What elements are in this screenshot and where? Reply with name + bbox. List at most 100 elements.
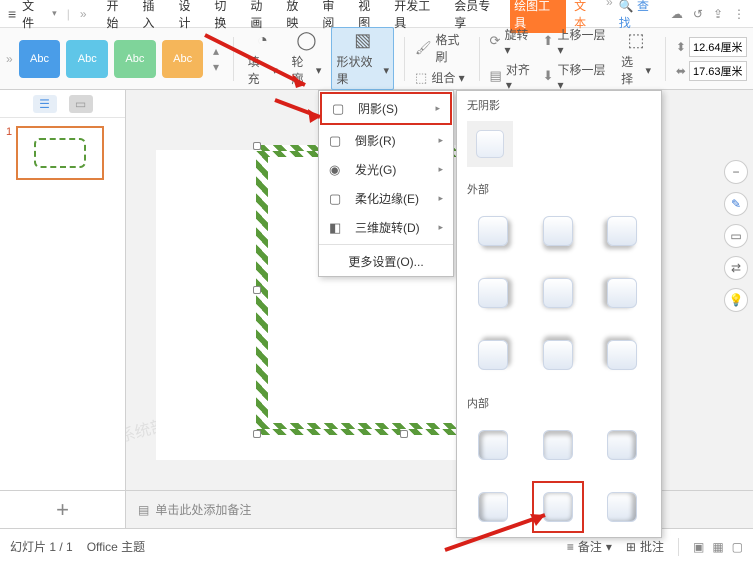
bring-forward-icon[interactable]: ⬆ bbox=[543, 33, 554, 49]
outline-view-icon[interactable]: ☰ bbox=[33, 95, 57, 113]
menu-separator bbox=[319, 244, 453, 245]
shadow-swatch[interactable] bbox=[469, 207, 517, 255]
combine-icon[interactable]: ⬚ bbox=[415, 70, 427, 86]
menu-more-settings[interactable]: 更多设置(O)... bbox=[319, 247, 453, 276]
height-input[interactable] bbox=[689, 37, 747, 57]
history-icon[interactable]: ↺ bbox=[693, 7, 703, 21]
shadow-swatch[interactable] bbox=[598, 331, 646, 379]
inner-shadow-grid bbox=[457, 417, 661, 538]
selection-handle[interactable] bbox=[253, 430, 261, 438]
reading-view-icon[interactable]: ▢ bbox=[732, 540, 743, 554]
style-preset-1[interactable]: Abc bbox=[19, 40, 61, 78]
shadow-swatch[interactable] bbox=[469, 483, 517, 531]
send-backward-icon[interactable]: ⬇ bbox=[543, 68, 554, 84]
shadow-swatch[interactable] bbox=[598, 483, 646, 531]
divider bbox=[404, 37, 405, 81]
menu-reflection[interactable]: ▢倒影(R)▸ bbox=[319, 126, 453, 155]
style-preset-4[interactable]: Abc bbox=[162, 40, 204, 78]
shadow-swatch[interactable] bbox=[534, 421, 582, 469]
shadow-swatch[interactable] bbox=[598, 421, 646, 469]
style-gallery-more[interactable]: ▴▾ bbox=[209, 40, 222, 78]
format-brush-icon[interactable]: 🖌 bbox=[415, 40, 432, 56]
divider bbox=[665, 37, 666, 81]
submenu-arrow-icon: ▸ bbox=[435, 103, 440, 114]
tab-developer[interactable]: 开发工具 bbox=[390, 0, 446, 33]
tab-design[interactable]: 设计 bbox=[174, 0, 206, 33]
bring-forward-label[interactable]: 上移一层 ▾ bbox=[558, 26, 612, 57]
format-brush-label[interactable]: 格式刷 bbox=[436, 31, 469, 65]
notes-placeholder[interactable]: ▤单击此处添加备注 bbox=[126, 501, 251, 518]
shadow-swatch[interactable] bbox=[598, 269, 646, 317]
ribbon: » Abc Abc Abc Abc ▴▾ ◔填充 ▾ ◯轮廓 ▾ ▧形状效果 ▾… bbox=[0, 28, 753, 90]
shadow-swatch[interactable] bbox=[469, 269, 517, 317]
selection-handle[interactable] bbox=[253, 286, 261, 294]
menu-soft-edge[interactable]: ▢柔化边缘(E)▸ bbox=[319, 184, 453, 213]
menu-3d-rotation[interactable]: ◧三维旋转(D)▸ bbox=[319, 213, 453, 242]
notes-icon: ▤ bbox=[138, 503, 149, 517]
overflow-left-icon[interactable]: » bbox=[80, 7, 87, 21]
width-input[interactable] bbox=[689, 61, 747, 81]
select-button[interactable]: ⬚选择 ▾ bbox=[617, 28, 655, 89]
gallery-prev-icon[interactable]: » bbox=[6, 52, 13, 66]
file-menu[interactable]: 文件 bbox=[22, 0, 46, 31]
rotation-3d-icon: ◧ bbox=[329, 220, 347, 236]
add-slide-button[interactable]: + bbox=[0, 491, 126, 528]
titlebar-right: 🔍 查找 ☁ ↺ ⇪ ⋮ bbox=[619, 0, 745, 31]
width-icon: ⬌ bbox=[676, 64, 686, 78]
submenu-arrow-icon: ▸ bbox=[438, 135, 443, 146]
zoom-out-tool[interactable]: − bbox=[724, 160, 748, 184]
select-tool[interactable]: ▭ bbox=[724, 224, 748, 248]
outer-shadow-grid bbox=[457, 203, 661, 389]
comments-toggle[interactable]: ⊞ 批注 bbox=[626, 538, 664, 555]
menu-shadow[interactable]: ▢阴影(S)▸ bbox=[320, 92, 452, 125]
shape-effect-button[interactable]: ▧形状效果 ▾ bbox=[331, 27, 394, 90]
submenu-arrow-icon: ▸ bbox=[438, 164, 443, 175]
shadow-swatch[interactable] bbox=[534, 207, 582, 255]
sorter-view-icon[interactable]: ▦ bbox=[712, 540, 723, 554]
share-icon[interactable]: ⇪ bbox=[713, 7, 723, 21]
transition-tool[interactable]: ⇄ bbox=[724, 256, 748, 280]
shadow-swatch[interactable] bbox=[534, 269, 582, 317]
pen-tool[interactable]: ✎ bbox=[724, 192, 748, 216]
notes-toggle[interactable]: ≡ 备注 ▾ bbox=[567, 538, 612, 555]
divider bbox=[479, 37, 480, 81]
combine-label[interactable]: 组合 ▾ bbox=[431, 69, 464, 86]
rotate-icon[interactable]: ⟳ bbox=[490, 33, 501, 49]
outer-label: 外部 bbox=[457, 175, 661, 203]
hamburger-icon[interactable]: ≡ bbox=[8, 6, 16, 22]
send-backward-label[interactable]: 下移一层 ▾ bbox=[558, 61, 612, 92]
outline-button[interactable]: ◯轮廓 ▾ bbox=[288, 28, 326, 89]
file-dropdown-icon[interactable]: ▾ bbox=[52, 8, 57, 19]
idea-tool[interactable]: 💡 bbox=[724, 288, 748, 312]
shadow-swatch[interactable] bbox=[534, 331, 582, 379]
shadow-swatch-selected[interactable] bbox=[534, 483, 582, 531]
thumbnail-slide-1[interactable]: 1 bbox=[0, 118, 125, 188]
align-icon[interactable]: ▤ bbox=[490, 68, 502, 84]
tab-start[interactable]: 开始 bbox=[103, 0, 135, 33]
tab-transition[interactable]: 切换 bbox=[210, 0, 242, 33]
reflection-icon: ▢ bbox=[329, 133, 347, 149]
shadow-swatch[interactable] bbox=[598, 207, 646, 255]
cloud-icon[interactable]: ☁ bbox=[671, 7, 683, 21]
shadow-swatch[interactable] bbox=[469, 331, 517, 379]
fill-button[interactable]: ◔填充 ▾ bbox=[244, 28, 282, 89]
selection-handle[interactable] bbox=[400, 430, 408, 438]
shadow-gallery: 无阴影 外部 内部 bbox=[456, 90, 662, 538]
style-preset-2[interactable]: Abc bbox=[66, 40, 108, 78]
tab-insert[interactable]: 插入 bbox=[138, 0, 170, 33]
shape-effect-menu: ▢阴影(S)▸ ▢倒影(R)▸ ◉发光(G)▸ ▢柔化边缘(E)▸ ◧三维旋转(… bbox=[318, 90, 454, 277]
align-label[interactable]: 对齐 ▾ bbox=[506, 61, 537, 92]
titlebar: ≡ 文件 ▾ | » 开始 插入 设计 切换 动画 放映 审阅 视图 开发工具 … bbox=[0, 0, 753, 28]
no-shadow-swatch[interactable] bbox=[467, 121, 513, 167]
glow-icon: ◉ bbox=[329, 162, 347, 178]
normal-view-icon[interactable]: ▣ bbox=[693, 540, 704, 554]
menu-glow[interactable]: ◉发光(G)▸ bbox=[319, 155, 453, 184]
style-preset-3[interactable]: Abc bbox=[114, 40, 156, 78]
layer-group: ⬆上移一层 ▾ ⬇下移一层 ▾ bbox=[543, 26, 611, 92]
slide-view-icon[interactable]: ▭ bbox=[69, 95, 93, 113]
search-button[interactable]: 🔍 查找 bbox=[619, 0, 661, 31]
shadow-swatch[interactable] bbox=[469, 421, 517, 469]
rotate-label[interactable]: 旋转 ▾ bbox=[504, 26, 536, 57]
selection-handle[interactable] bbox=[253, 142, 261, 150]
more-icon[interactable]: ⋮ bbox=[733, 7, 745, 21]
